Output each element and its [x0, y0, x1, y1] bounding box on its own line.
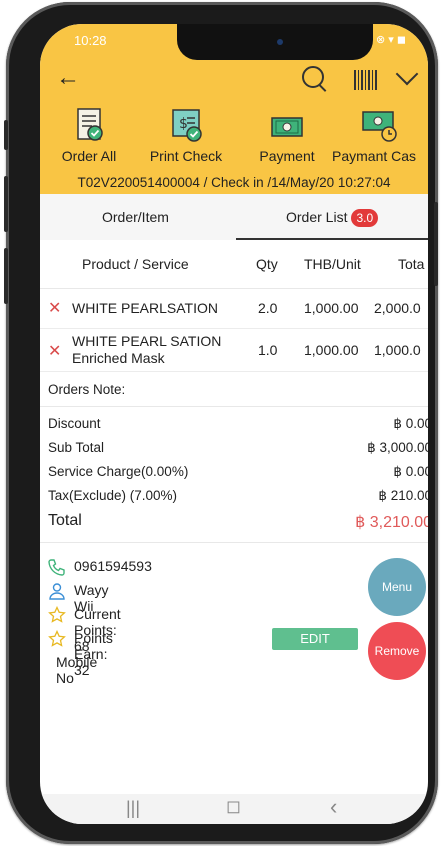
table-row[interactable]: ✕ WHITE PEARLSATION 2.0 1,000.00 2,000.0: [40, 288, 428, 329]
subtotal-line: Sub Total ฿ 3,000.00: [48, 440, 428, 464]
search-icon[interactable]: [302, 66, 324, 88]
column-total: Tota: [398, 256, 425, 272]
order-table-header: Product / Service Qty THB/Unit Tota: [40, 240, 428, 289]
column-product: Product / Service: [82, 256, 189, 272]
print-check-label: Print Check: [149, 148, 223, 164]
column-unit-price: THB/Unit: [304, 256, 361, 272]
user-icon: [49, 583, 65, 600]
item-qty: 1.0: [258, 342, 278, 358]
column-qty: Qty: [256, 256, 278, 272]
remove-button[interactable]: Remove: [368, 622, 426, 680]
recent-apps-icon[interactable]: |||: [126, 798, 140, 819]
tab-order-item[interactable]: Order/Item: [102, 194, 169, 240]
phone-icon: [48, 559, 65, 576]
star-icon: [48, 606, 66, 623]
tab-order-item-label: Order/Item: [102, 209, 169, 225]
total-value: ฿ 3,210.00: [355, 514, 428, 531]
camera: [277, 39, 283, 45]
item-name: WHITE PEARLSATION: [72, 300, 218, 316]
payment-cash-label: Paymant Cas: [332, 148, 417, 164]
payment-button[interactable]: Payment: [248, 106, 326, 164]
tab-order-list[interactable]: Order List 3.0: [286, 194, 379, 240]
barcode-icon[interactable]: [354, 70, 378, 90]
payment-cash-button[interactable]: Paymant Cas: [332, 106, 428, 164]
status-time: 10:28: [74, 33, 107, 48]
tab-order-list-label: Order List: [286, 209, 348, 225]
star-icon: [48, 630, 66, 647]
tax-line: Tax(Exclude) (7.00%) ฿ 210.00: [48, 488, 428, 512]
item-total: 1,000.0: [374, 342, 421, 358]
order-receipt-icon: [77, 108, 103, 141]
chevron-down-icon[interactable]: [395, 62, 419, 86]
side-button: [4, 120, 8, 150]
order-all-label: Order All: [61, 148, 117, 164]
payment-label: Payment: [259, 148, 315, 164]
order-all-button[interactable]: Order All: [50, 106, 128, 164]
back-arrow-icon[interactable]: ←: [56, 64, 80, 92]
divider: [40, 542, 428, 543]
item-unit-price: 1,000.00: [304, 300, 359, 316]
item-unit-price: 1,000.00: [304, 342, 359, 358]
discount-label: Discount: [48, 416, 101, 431]
tab-bar: Order/Item Order List 3.0: [40, 194, 428, 240]
order-summary: Discount ฿ 0.00 Sub Total ฿ 3,000.00 Servi…: [48, 416, 428, 536]
home-icon[interactable]: ◻: [226, 796, 241, 817]
android-nav-bar: ||| ◻ ‹: [40, 794, 428, 824]
service-charge-value: ฿ 0.00: [393, 464, 428, 479]
tax-value: ฿ 210.00: [378, 488, 428, 503]
item-name-line2: Enriched Mask: [72, 350, 165, 366]
item-qty: 2.0: [258, 300, 278, 316]
item-name: WHITE PEARL SATION: [72, 333, 222, 349]
payment-cash-icon: [271, 117, 303, 137]
notch: [177, 24, 373, 60]
table-row[interactable]: ✕ WHITE PEARL SATION Enriched Mask 1.0 1…: [40, 329, 428, 372]
svg-text:$: $: [179, 116, 188, 132]
checkin-info: T02V220051400004 / Check in /14/May/20 1…: [40, 172, 428, 194]
volume-down-button: [4, 248, 8, 304]
remove-item-icon[interactable]: ✕: [48, 341, 61, 361]
tax-label: Tax(Exclude) (7.00%): [48, 488, 178, 503]
print-check-button[interactable]: $ Print Check: [144, 106, 228, 164]
volume-up-button: [4, 176, 8, 232]
service-charge-line: Service Charge(0.00%) ฿ 0.00: [48, 464, 428, 488]
orders-note[interactable]: Orders Note:: [40, 374, 428, 407]
service-charge-label: Service Charge(0.00%): [48, 464, 189, 479]
print-check-icon: $: [172, 109, 202, 142]
app-screen: 10:28 N ⊗ ▾ ◼ ← Order All $ Print Check …: [40, 24, 428, 824]
subtotal-label: Sub Total: [48, 440, 105, 455]
payment-cash-time-icon: [362, 111, 397, 142]
edit-button[interactable]: EDIT: [272, 628, 358, 650]
menu-button[interactable]: Menu: [368, 558, 426, 616]
item-total: 2,000.0: [374, 300, 421, 316]
mobile-no-label: Mobile No: [56, 654, 98, 686]
remove-item-icon[interactable]: ✕: [48, 298, 61, 318]
customer-phone: 0961594593: [74, 558, 152, 574]
power-button: [434, 202, 438, 286]
total-label: Total: [48, 512, 82, 529]
back-icon[interactable]: ‹: [330, 794, 337, 820]
order-count-badge: 3.0: [351, 209, 379, 227]
subtotal-value: ฿ 3,000.00: [367, 440, 428, 455]
discount-line: Discount ฿ 0.00: [48, 416, 428, 440]
total-line: Total ฿ 3,210.00: [48, 512, 428, 536]
orders-note-label: Orders Note:: [48, 382, 126, 397]
phone-frame: 10:28 N ⊗ ▾ ◼ ← Order All $ Print Check …: [4, 2, 438, 844]
discount-value: ฿ 0.00: [393, 416, 428, 431]
